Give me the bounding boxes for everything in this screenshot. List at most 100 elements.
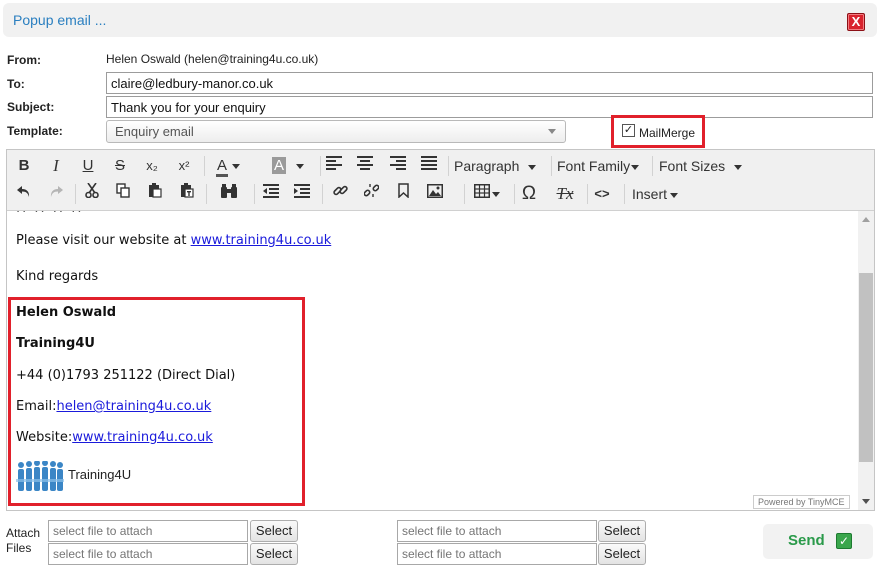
redo-icon xyxy=(50,186,63,197)
kind-regards-text: Kind regards xyxy=(16,269,99,284)
indent-icon xyxy=(294,184,310,198)
insert-label: Insert xyxy=(632,186,668,202)
font-sizes-dropdown[interactable]: Font Sizes xyxy=(659,155,751,177)
attach-file-input-3[interactable] xyxy=(397,520,597,542)
background-color-icon: A xyxy=(271,157,286,174)
website-paragraph-text: Please visit our website at xyxy=(16,233,191,248)
attach-files-label: Attach Files xyxy=(6,526,41,555)
signature-email-label: Email: xyxy=(16,399,57,414)
scrollbar-thumb[interactable] xyxy=(859,273,873,462)
website-link[interactable]: www.training4u.co.uk xyxy=(191,233,332,248)
to-label: To: xyxy=(7,77,25,91)
image-button[interactable] xyxy=(425,183,445,205)
signature-website-line: Website:www.training4u.co.uk xyxy=(16,430,213,445)
attach-file-input-2[interactable] xyxy=(48,543,248,565)
signature-name: Helen Oswald xyxy=(16,305,117,320)
to-input[interactable] xyxy=(106,72,873,94)
cut-button[interactable] xyxy=(83,182,101,205)
source-code-button[interactable]: <> xyxy=(591,183,613,205)
image-icon xyxy=(427,184,443,198)
superscript-button[interactable]: x² xyxy=(173,155,195,177)
undo-button[interactable] xyxy=(15,183,33,205)
redo-button[interactable] xyxy=(47,183,65,205)
chevron-down-icon xyxy=(528,164,537,170)
clear-formatting-button[interactable]: Tx xyxy=(554,183,576,205)
rich-text-editor: B I U S x₂ x² A A Paragraph Font Family … xyxy=(6,149,875,511)
align-left-icon xyxy=(326,156,342,170)
toolbar-separator xyxy=(514,184,515,204)
toolbar-separator xyxy=(652,156,653,176)
chevron-down-icon xyxy=(296,163,304,169)
training4u-logo-icon xyxy=(16,461,64,491)
template-label: Template: xyxy=(7,124,63,138)
undo-icon xyxy=(17,186,30,197)
background-color-button[interactable]: A xyxy=(265,155,311,177)
select-file-button-1[interactable]: Select xyxy=(250,520,298,542)
select-file-button-4[interactable]: Select xyxy=(598,543,646,565)
toolbar-separator xyxy=(206,184,207,204)
font-family-dropdown[interactable]: Font Family xyxy=(557,155,647,177)
toolbar-separator xyxy=(464,184,465,204)
outdent-icon xyxy=(263,184,279,198)
italic-button[interactable]: I xyxy=(47,155,65,177)
insert-dropdown[interactable]: Insert xyxy=(632,183,692,205)
signature-email-link[interactable]: helen@training4u.co.uk xyxy=(56,399,211,414)
paragraph-label: Paragraph xyxy=(454,158,520,174)
anchor-button[interactable] xyxy=(394,183,412,205)
align-left-button[interactable] xyxy=(323,155,345,177)
select-file-button-3[interactable]: Select xyxy=(598,520,646,542)
copy-button[interactable] xyxy=(114,183,132,205)
editor-content[interactable]: .. .. .. .. Please visit our website at … xyxy=(7,211,858,511)
font-color-button[interactable]: A xyxy=(213,155,243,177)
close-button[interactable]: X xyxy=(847,13,865,31)
toolbar-separator xyxy=(624,184,625,204)
subject-label: Subject: xyxy=(7,100,55,114)
align-center-icon xyxy=(357,156,373,170)
subject-input[interactable] xyxy=(106,96,873,118)
align-right-button[interactable] xyxy=(387,155,409,177)
toolbar-separator xyxy=(320,156,321,176)
send-button[interactable]: Send ✓ xyxy=(763,524,873,559)
send-label: Send xyxy=(788,532,825,549)
special-character-button[interactable]: Ω xyxy=(518,183,540,205)
strikethrough-button[interactable]: S xyxy=(111,155,129,177)
editor-toolbar: B I U S x₂ x² A A Paragraph Font Family … xyxy=(7,150,874,211)
scroll-down-icon[interactable] xyxy=(862,499,870,504)
align-justify-button[interactable] xyxy=(418,155,440,177)
select-file-button-2[interactable]: Select xyxy=(250,543,298,565)
binoculars-icon xyxy=(221,184,237,198)
table-icon xyxy=(474,184,490,198)
unlink-button[interactable] xyxy=(362,183,380,205)
logo-text: Training4U xyxy=(68,467,132,482)
paste-icon xyxy=(149,183,162,198)
align-center-button[interactable] xyxy=(354,155,376,177)
table-dropdown[interactable] xyxy=(471,183,503,205)
powered-by-tinymce[interactable]: Powered by TinyMCE xyxy=(753,495,850,509)
attach-file-input-4[interactable] xyxy=(397,543,597,565)
scroll-up-icon[interactable] xyxy=(862,217,870,222)
from-value: Helen Oswald (helen@training4u.co.uk) xyxy=(106,52,319,66)
template-select[interactable]: Enquiry email xyxy=(106,120,566,143)
scissors-icon xyxy=(85,182,99,199)
underline-button[interactable]: U xyxy=(79,155,97,177)
signature-website-link[interactable]: www.training4u.co.uk xyxy=(72,430,213,445)
editor-scrollbar[interactable] xyxy=(858,211,874,510)
toolbar-separator xyxy=(587,184,588,204)
toolbar-separator xyxy=(204,156,205,176)
subscript-button[interactable]: x₂ xyxy=(141,155,163,177)
chevron-down-icon xyxy=(232,163,240,169)
signature-email-line: Email:helen@training4u.co.uk xyxy=(16,399,211,414)
mailmerge-checkbox[interactable]: ✓ xyxy=(622,124,635,137)
paste-button[interactable] xyxy=(146,183,164,205)
link-button[interactable] xyxy=(331,183,349,205)
check-icon: ✓ xyxy=(836,533,852,549)
paste-text-button[interactable] xyxy=(178,183,196,205)
signature-website-label: Website: xyxy=(16,430,73,445)
bold-button[interactable]: B xyxy=(15,155,33,177)
paragraph-dropdown[interactable]: Paragraph xyxy=(454,155,549,177)
outdent-button[interactable] xyxy=(260,183,282,205)
find-replace-button[interactable] xyxy=(219,183,239,205)
attach-file-input-1[interactable] xyxy=(48,520,248,542)
unlink-icon xyxy=(362,184,380,197)
indent-button[interactable] xyxy=(291,183,313,205)
